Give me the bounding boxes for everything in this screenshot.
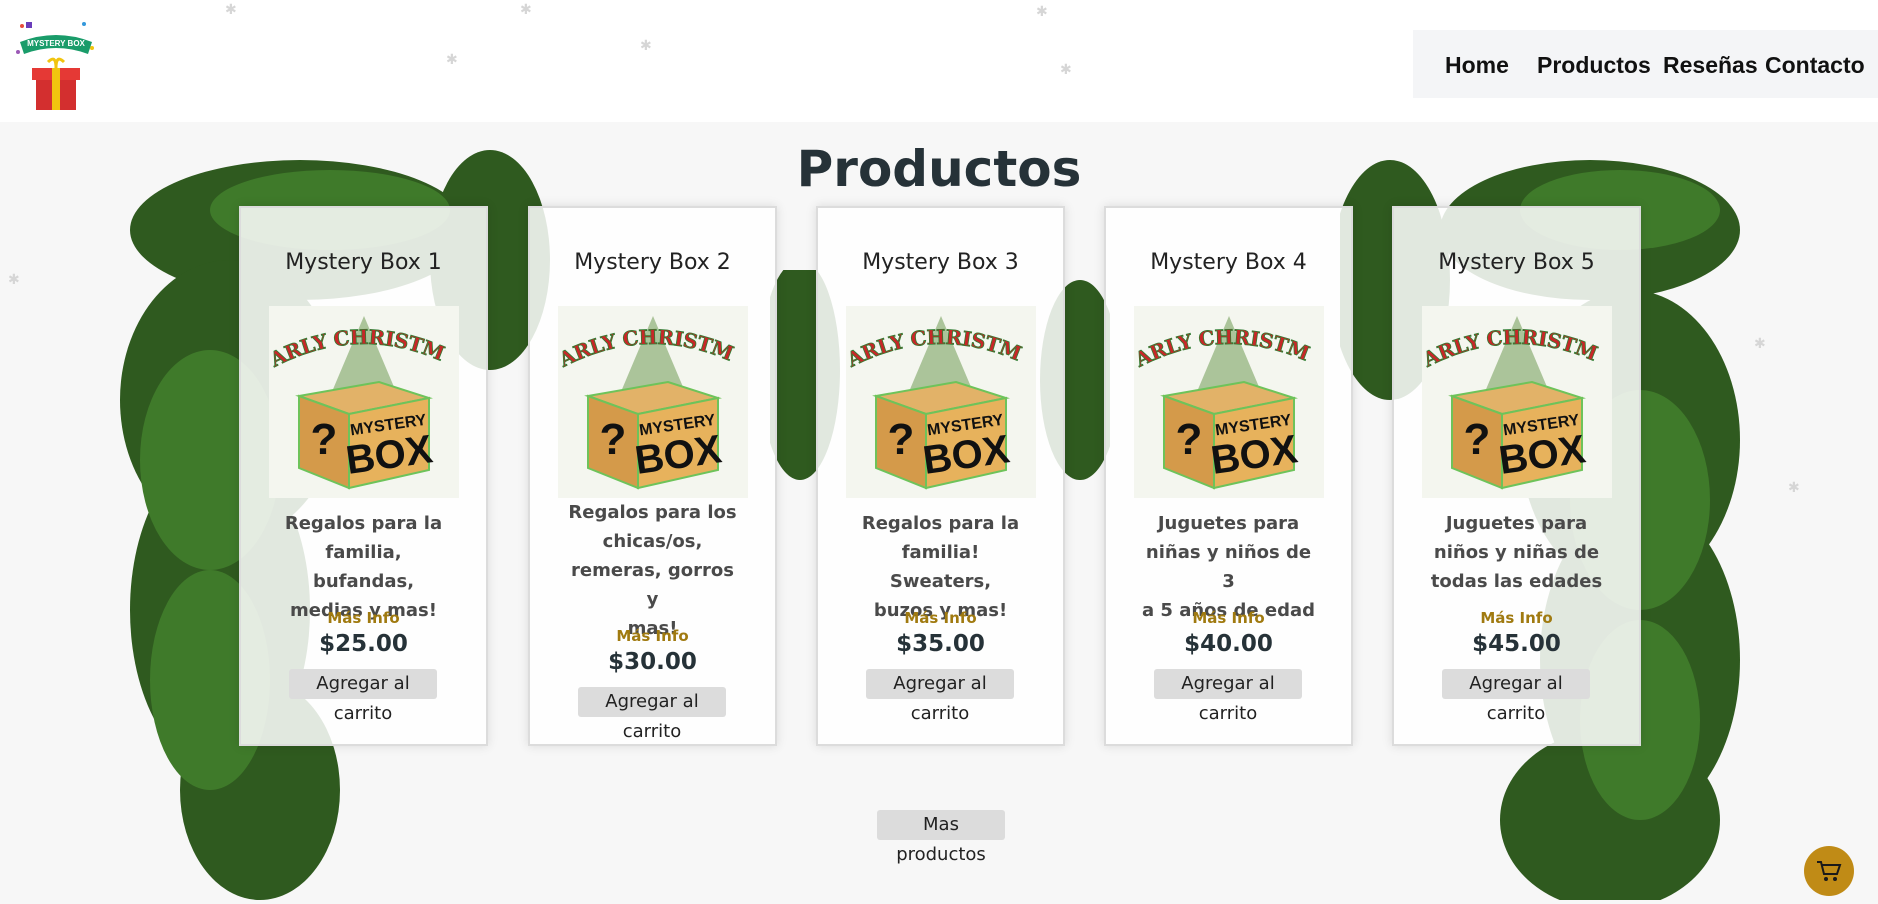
product-price: $25.00 — [319, 631, 408, 657]
add-to-cart-button[interactable]: Agregar al carrito — [1442, 669, 1590, 724]
more-info-link[interactable]: Más Info — [241, 609, 486, 627]
section-title: Productos — [796, 140, 1082, 198]
main-nav: Home Productos Reseñas Contacto — [1413, 30, 1878, 98]
product-name: Mystery Box 1 — [285, 250, 442, 275]
snowflake-icon: ✱ — [225, 2, 237, 18]
product-description: Juguetes para niños y niñas de todas las e… — [1430, 509, 1603, 596]
snowflake-icon: ✱ — [446, 52, 458, 68]
add-to-cart-button[interactable]: Agregar al carrito — [866, 669, 1014, 724]
gift-logo-icon: MYSTERY BOX — [16, 22, 94, 110]
nav-resenas[interactable]: Reseñas — [1663, 52, 1758, 79]
floating-cart-button[interactable] — [1804, 846, 1854, 896]
product-card: Mystery Box 1 EARLY CHRISTMAS ? MYSTERY … — [239, 206, 488, 746]
product-description-line: Juguetes para — [1445, 513, 1588, 534]
product-price: $45.00 — [1472, 631, 1561, 657]
product-description: Regalos para los chicas/os, remeras, gorro… — [566, 498, 739, 643]
mystery-box-image: EARLY CHRISTMAS ? MYSTERY BOX — [269, 306, 459, 498]
snowflake-icon: ✱ — [1060, 62, 1072, 78]
more-info-link[interactable]: Más Info — [1106, 609, 1351, 627]
snowflake-icon: ✱ — [8, 272, 20, 288]
product-description-line: familia, bufandas, — [312, 542, 415, 592]
more-info-link[interactable]: Más Info — [530, 627, 775, 645]
product-card: Mystery Box 5 EARLY CHRISTMAS ? MYSTERY … — [1392, 206, 1641, 746]
product-description-line: remeras, gorros y — [571, 560, 734, 610]
svg-text:MYSTERY BOX: MYSTERY BOX — [27, 39, 85, 48]
product-card: Mystery Box 4 EARLY CHRISTMAS ? MYSTERY … — [1104, 206, 1353, 746]
site-header: MYSTERY BOX Home Productos Reseñas Conta… — [0, 0, 1878, 122]
nav-productos[interactable]: Productos — [1537, 52, 1651, 79]
nav-contacto[interactable]: Contacto — [1765, 52, 1865, 79]
mystery-box-image: EARLY CHRISTMAS ? MYSTERY BOX — [846, 306, 1036, 498]
product-description-line: niñas y niños de 3 — [1145, 542, 1312, 592]
mystery-box-image: EARLY CHRISTMAS ? MYSTERY BOX — [1422, 306, 1612, 498]
product-card: Mystery Box 2 EARLY CHRISTMAS ? MYSTERY … — [528, 206, 777, 746]
product-description-line: Juguetes para — [1157, 513, 1300, 534]
mystery-box-image: EARLY CHRISTMAS ? MYSTERY BOX — [1134, 306, 1324, 498]
product-description-line: familia! Sweaters, — [889, 542, 992, 592]
cart-icon — [1817, 861, 1842, 881]
product-price: $35.00 — [896, 631, 985, 657]
product-name: Mystery Box 2 — [574, 250, 731, 275]
snowflake-icon: ✱ — [1788, 480, 1800, 496]
product-description: Regalos para la familia! Sweaters, buzos y… — [854, 509, 1027, 625]
product-description-line: chicas/os, — [602, 531, 703, 552]
add-to-cart-button[interactable]: Agregar al carrito — [578, 687, 726, 742]
product-name: Mystery Box 3 — [862, 250, 1019, 275]
mystery-box-image: EARLY CHRISTMAS ? MYSTERY BOX — [558, 306, 748, 498]
svg-text:?: ? — [888, 415, 915, 464]
snowflake-icon: ✱ — [520, 2, 532, 18]
add-to-cart-button[interactable]: Agregar al carrito — [1154, 669, 1302, 724]
product-description-line: Regalos para la — [284, 513, 443, 534]
svg-text:?: ? — [600, 415, 627, 464]
product-name: Mystery Box 4 — [1150, 250, 1307, 275]
snowflake-icon: ✱ — [1036, 4, 1048, 20]
product-description-line: Regalos para la — [861, 513, 1020, 534]
more-info-link[interactable]: Más Info — [1394, 609, 1639, 627]
product-description-line: Regalos para los — [568, 502, 737, 523]
product-description: Regalos para la familia, bufandas, medias … — [277, 509, 450, 625]
product-description: Juguetes para niñas y niños de 3a 5 años … — [1142, 509, 1315, 625]
product-description-line: niños y niñas de — [1433, 542, 1600, 563]
product-card: Mystery Box 3 EARLY CHRISTMAS ? MYSTERY … — [816, 206, 1065, 746]
product-name: Mystery Box 5 — [1438, 250, 1595, 275]
product-description-line: todas las edades — [1430, 571, 1603, 592]
svg-text:?: ? — [311, 415, 338, 464]
more-info-link[interactable]: Más Info — [818, 609, 1063, 627]
snowflake-icon: ✱ — [640, 38, 652, 54]
add-to-cart-button[interactable]: Agregar al carrito — [289, 669, 437, 724]
more-products-button[interactable]: Mas productos — [877, 810, 1005, 865]
site-logo[interactable]: MYSTERY BOX — [14, 18, 98, 112]
nav-home[interactable]: Home — [1445, 52, 1509, 79]
product-price: $40.00 — [1184, 631, 1273, 657]
product-price: $30.00 — [608, 649, 697, 675]
svg-text:?: ? — [1176, 415, 1203, 464]
svg-text:?: ? — [1464, 415, 1491, 464]
